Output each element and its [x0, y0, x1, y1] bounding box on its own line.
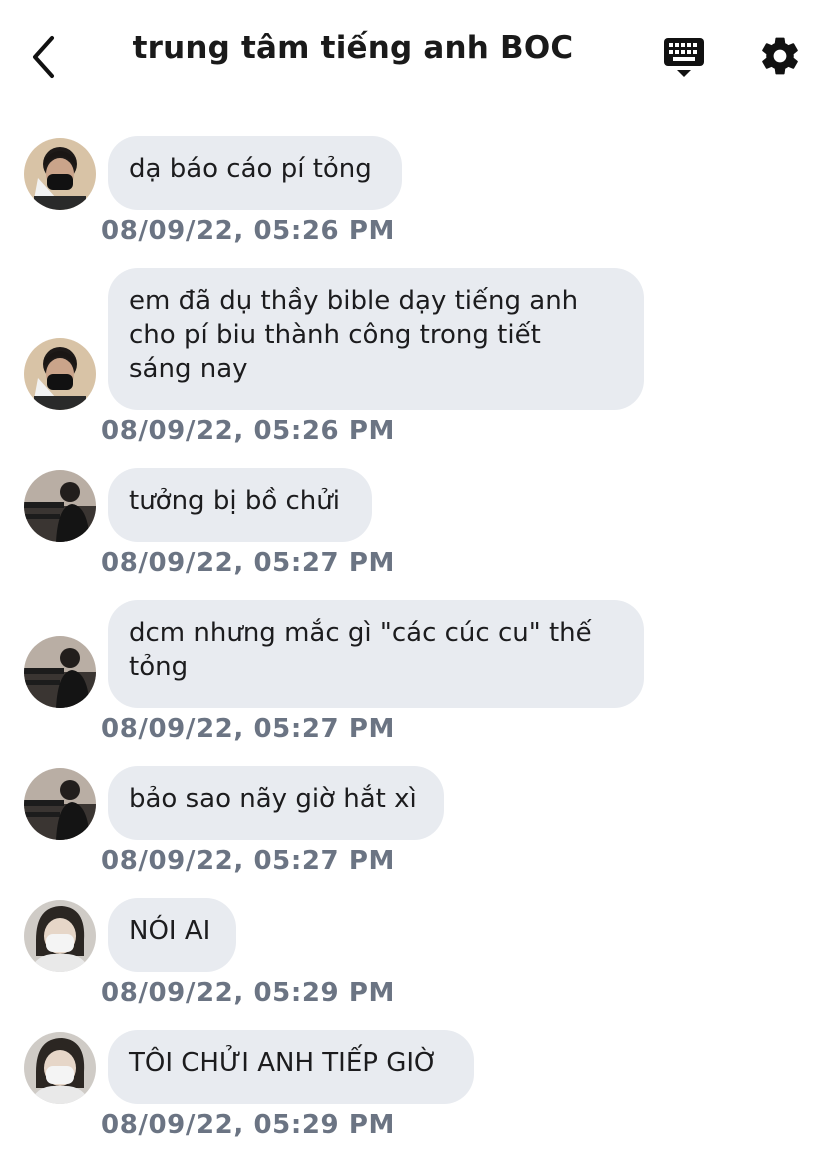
avatar[interactable] — [24, 1032, 96, 1104]
avatar[interactable] — [24, 470, 96, 542]
keyboard-button[interactable] — [660, 36, 708, 80]
message-bubble[interactable]: em đã dụ thầy bible dạy tiếng anh cho pí… — [108, 268, 644, 410]
message-bubble[interactable]: NÓI AI — [108, 898, 236, 972]
message-timestamp: 08/09/22, 05:29 PM — [101, 978, 396, 1008]
message-bubble[interactable]: dạ báo cáo pí tỏng — [108, 136, 402, 210]
message-bubble[interactable]: bảo sao nãy giờ hắt xì — [108, 766, 444, 840]
message-timestamp: 08/09/22, 05:26 PM — [101, 416, 396, 446]
chat-header: trung tâm tiếng anh BOC — [0, 0, 828, 112]
avatar[interactable] — [24, 338, 96, 410]
message-bubble[interactable]: tưởng bị bồ chửi — [108, 468, 372, 542]
avatar[interactable] — [24, 138, 96, 210]
avatar[interactable] — [24, 900, 96, 972]
gear-icon — [762, 37, 798, 75]
avatar[interactable] — [24, 768, 96, 840]
keyboard-icon — [664, 38, 704, 77]
message-timestamp: 08/09/22, 05:26 PM — [101, 216, 396, 246]
settings-button[interactable] — [758, 34, 802, 78]
message-timestamp: 08/09/22, 05:27 PM — [101, 548, 396, 578]
message-timestamp: 08/09/22, 05:27 PM — [101, 714, 396, 744]
message-timestamp: 08/09/22, 05:27 PM — [101, 846, 396, 876]
message-bubble[interactable]: dcm nhưng mắc gì "các cúc cu" thế tỏng — [108, 600, 644, 708]
chat-title: trung tâm tiếng anh BOC — [132, 30, 574, 66]
message-timestamp: 08/09/22, 05:29 PM — [101, 1110, 396, 1140]
avatar[interactable] — [24, 636, 96, 708]
message-bubble[interactable]: TÔI CHỬI ANH TIẾP GIỜ — [108, 1030, 474, 1104]
